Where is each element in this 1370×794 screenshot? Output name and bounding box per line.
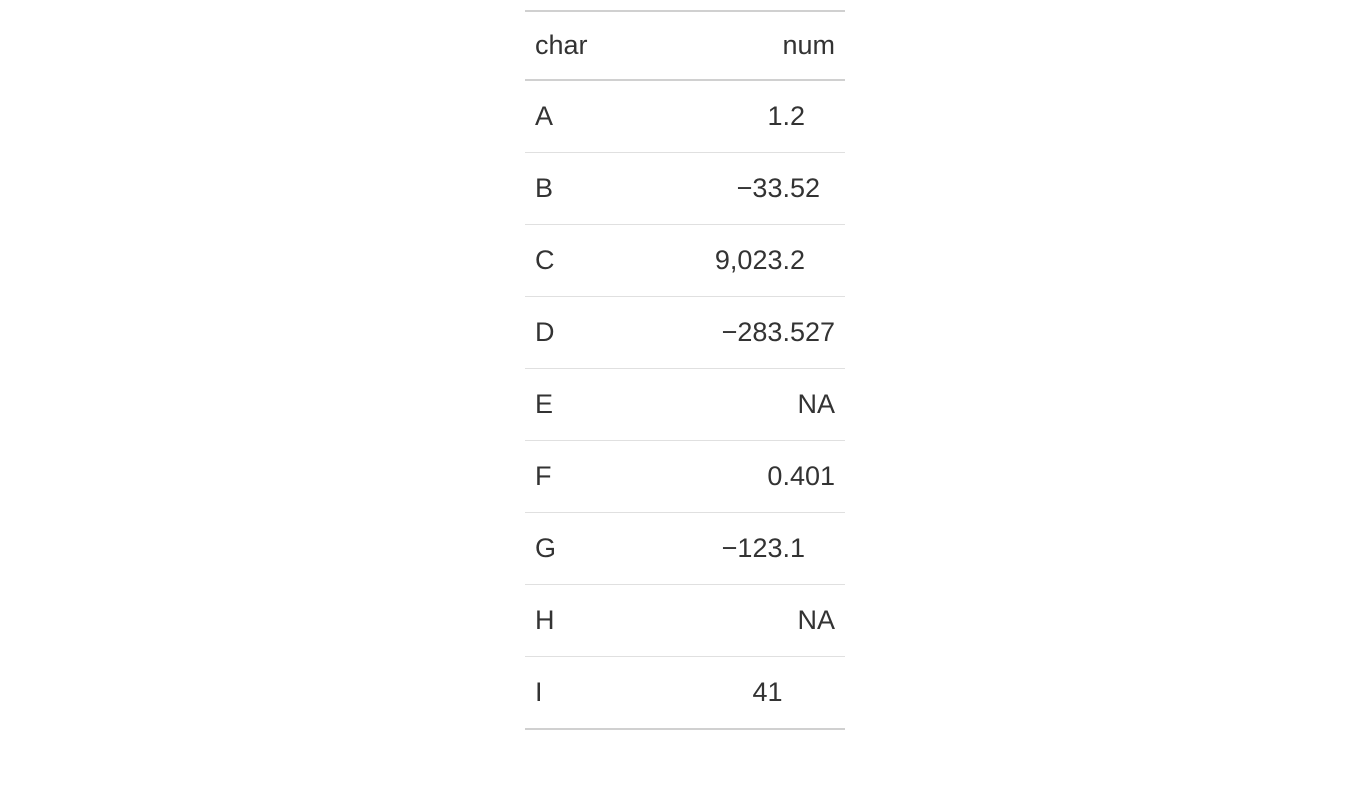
table-row: B −33.52 [525,153,845,225]
cell-num: 41 [615,657,845,730]
cell-char: D [525,297,615,369]
cell-num: 1.2 [615,80,845,153]
cell-char: H [525,585,615,657]
cell-num: NA [615,585,845,657]
cell-num: NA [615,369,845,441]
header-num: num [615,11,845,80]
cell-char: A [525,80,615,153]
header-char: char [525,11,615,80]
table-row: I 41 [525,657,845,730]
table-row: E NA [525,369,845,441]
cell-char: G [525,513,615,585]
cell-num: −33.52 [615,153,845,225]
table-row: C 9,023.2 [525,225,845,297]
cell-char: F [525,441,615,513]
table-row: H NA [525,585,845,657]
cell-char: E [525,369,615,441]
table-row: A 1.2 [525,80,845,153]
cell-char: I [525,657,615,730]
cell-num: −283.527 [615,297,845,369]
table-row: G −123.1 [525,513,845,585]
cell-char: B [525,153,615,225]
table-row: F 0.401 [525,441,845,513]
data-table: char num A 1.2 B −33.52 C 9,023.2 D −283… [525,10,845,730]
table-header-row: char num [525,11,845,80]
table-row: D −283.527 [525,297,845,369]
cell-num: 0.401 [615,441,845,513]
cell-char: C [525,225,615,297]
cell-num: −123.1 [615,513,845,585]
cell-num: 9,023.2 [615,225,845,297]
